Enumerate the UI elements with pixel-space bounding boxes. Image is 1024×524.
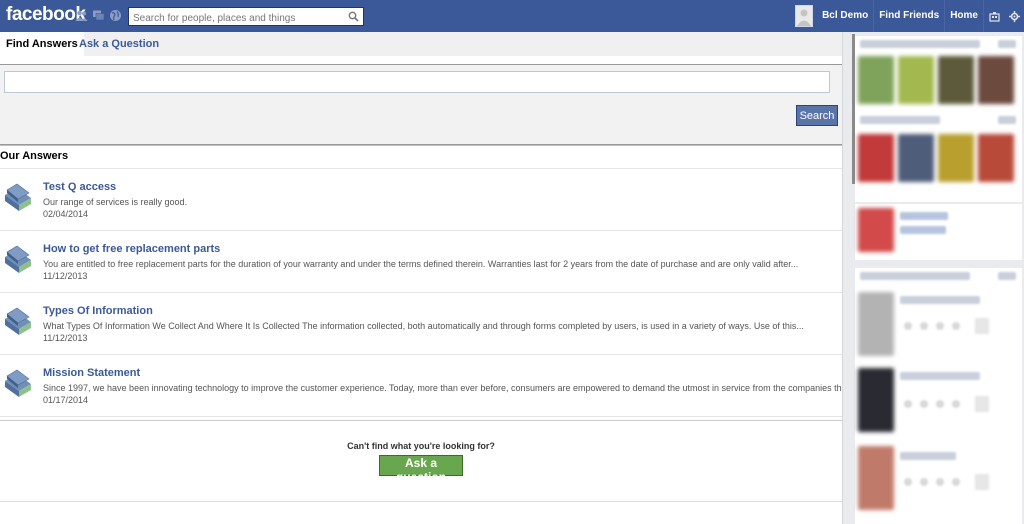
ask-question-button[interactable]: Ask a question xyxy=(379,455,463,484)
list-item: Test Q access Our range of services is r… xyxy=(0,169,842,231)
sidebar-thumbnail[interactable] xyxy=(858,56,894,104)
rating-dot xyxy=(936,478,944,486)
answer-date: 11/12/2013 xyxy=(43,333,88,343)
sidebar-link-blurred[interactable] xyxy=(998,272,1016,280)
sidebar-action-blurred[interactable] xyxy=(975,318,989,334)
rating-dot xyxy=(952,400,960,408)
sidebar-thumbnail[interactable] xyxy=(978,134,1014,182)
sidebar-link-blurred[interactable] xyxy=(998,116,1016,124)
book-icon xyxy=(5,369,31,397)
sidebar-heading-blurred xyxy=(860,272,970,280)
answer-title[interactable]: How to get free replacement parts xyxy=(43,243,220,255)
sidebar-thumbnail[interactable] xyxy=(898,134,934,182)
sidebar-text-blurred[interactable] xyxy=(900,212,948,220)
find-friends-link[interactable]: Find Friends xyxy=(874,0,946,32)
global-search-box[interactable] xyxy=(128,7,364,27)
rating-dot xyxy=(936,400,944,408)
answer-date: 02/04/2014 xyxy=(43,209,89,219)
friends-icon[interactable] xyxy=(75,9,88,22)
sidebar-action-blurred[interactable] xyxy=(975,396,989,412)
answer-snippet: Since 1997, we have been innovating tech… xyxy=(43,383,891,393)
list-item: How to get free replacement parts You ar… xyxy=(0,231,842,293)
sidebar-thumbnail[interactable] xyxy=(898,56,934,104)
sidebar-thumbnail[interactable] xyxy=(858,134,894,182)
facebook-logo[interactable]: facebook xyxy=(6,4,86,26)
book-icon xyxy=(5,245,31,273)
answers-search-input[interactable] xyxy=(4,71,830,93)
sidebar-text-blurred[interactable] xyxy=(900,226,946,234)
messages-icon[interactable] xyxy=(92,9,105,22)
book-icon xyxy=(5,307,31,335)
globe-icon[interactable] xyxy=(109,9,122,22)
privacy-icon[interactable] xyxy=(984,0,1004,32)
search-icon[interactable] xyxy=(348,11,359,22)
answer-snippet: What Types Of Information We Collect And… xyxy=(43,321,804,331)
sidebar-thumbnail[interactable] xyxy=(858,292,894,356)
rating-dot xyxy=(920,322,928,330)
sidebar-text-blurred[interactable] xyxy=(900,452,956,460)
sidebar-thumbnail[interactable] xyxy=(938,134,974,182)
list-item: Mission Statement Since 1997, we have be… xyxy=(0,355,890,417)
sidebar-action-blurred[interactable] xyxy=(975,474,989,490)
gear-icon[interactable] xyxy=(1004,0,1024,32)
answer-date: 11/12/2013 xyxy=(43,271,88,281)
rating-dot xyxy=(952,478,960,486)
rating-dot xyxy=(920,478,928,486)
top-nav: Bcl Demo Find Friends Home xyxy=(795,0,1024,32)
sidebar-link-blurred[interactable] xyxy=(998,40,1016,48)
divider xyxy=(0,501,842,502)
avatar[interactable] xyxy=(795,5,814,27)
answer-title[interactable]: Test Q access xyxy=(43,181,116,193)
answers-search-section: Search xyxy=(0,64,842,146)
sidebar-thumbnail[interactable] xyxy=(858,446,894,510)
book-icon xyxy=(5,183,31,211)
rating-dot xyxy=(904,400,912,408)
sidebar-heading-blurred xyxy=(860,40,980,48)
answer-snippet: You are entitled to free replacement par… xyxy=(43,259,799,269)
sidebar-thumbnail[interactable] xyxy=(978,56,1014,104)
sidebar-text-blurred[interactable] xyxy=(900,372,980,380)
rating-dot xyxy=(936,322,944,330)
answer-date: 01/17/2014 xyxy=(43,395,89,405)
rating-dot xyxy=(952,322,960,330)
tab-ask-question[interactable]: Ask a Question xyxy=(73,32,165,56)
sidebar-heading-blurred xyxy=(860,116,940,124)
tab-find-answers[interactable]: Find Answers xyxy=(0,32,84,56)
rating-dot xyxy=(904,322,912,330)
answers-heading: Our Answers xyxy=(0,144,842,169)
tab-bar: Find Answers Ask a Question xyxy=(0,32,842,56)
sidebar-thumbnail[interactable] xyxy=(858,208,894,252)
sidebar-thumbnail[interactable] xyxy=(858,368,894,432)
cant-find-section: Can't find what you're looking for? Ask … xyxy=(0,420,842,484)
list-item: Types Of Information What Types Of Infor… xyxy=(0,293,842,355)
sidebar-thumbnail[interactable] xyxy=(938,56,974,104)
answer-snippet: Our range of services is really good. xyxy=(43,197,188,207)
cant-find-text: Can't find what you're looking for? xyxy=(347,441,495,451)
top-bar: facebook Bcl Demo Find Friends Home xyxy=(0,0,1024,33)
home-link[interactable]: Home xyxy=(945,0,984,32)
search-button[interactable]: Search xyxy=(796,105,838,126)
sidebar-text-blurred[interactable] xyxy=(900,296,980,304)
answer-title[interactable]: Types Of Information xyxy=(43,305,153,317)
global-search-input[interactable] xyxy=(129,10,343,27)
rating-dot xyxy=(904,478,912,486)
answer-title[interactable]: Mission Statement xyxy=(43,367,140,379)
profile-link[interactable]: Bcl Demo xyxy=(817,0,875,32)
answers-list: Test Q access Our range of services is r… xyxy=(0,168,890,417)
main-content: Find Answers Ask a Question Search Our A… xyxy=(0,32,890,524)
rating-dot xyxy=(920,400,928,408)
